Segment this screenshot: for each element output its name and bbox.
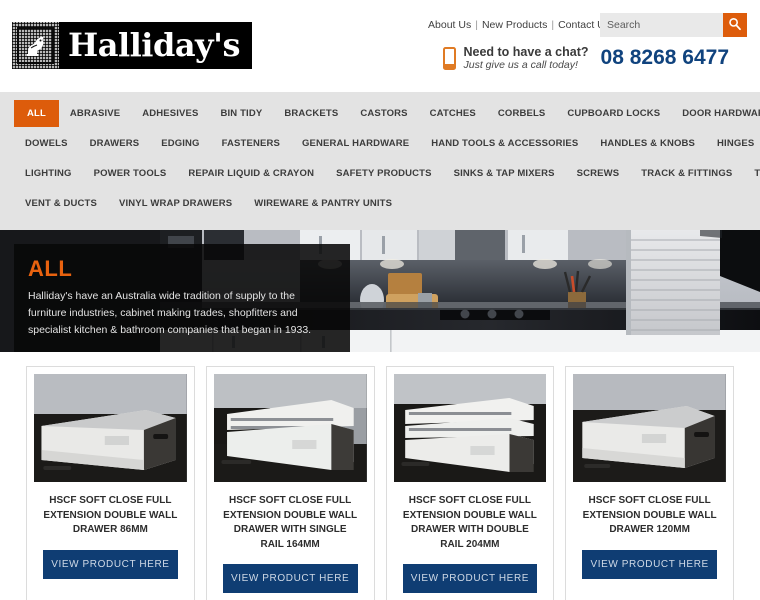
nav-item-cupboard-locks[interactable]: CUPBOARD LOCKS (556, 100, 671, 127)
nav-item-catches[interactable]: CATCHES (419, 100, 487, 127)
chat-headline: Need to have a chat? (463, 45, 589, 59)
nav-item-wireware-pantry-units[interactable]: WIREWARE & PANTRY UNITS (243, 190, 403, 217)
nav-item-drawers[interactable]: DRAWERS (79, 130, 151, 157)
view-product-button[interactable]: VIEW PRODUCT HERE (43, 549, 178, 579)
nav-item-brackets[interactable]: BRACKETS (273, 100, 349, 127)
product-image (213, 374, 367, 482)
product-title: HSCF SOFT CLOSE FULL EXTENSION DOUBLE WA… (223, 495, 358, 550)
knight-horse-emblem-icon (12, 22, 59, 69)
product-title: HSCF SOFT CLOSE FULL EXTENSION DOUBLE WA… (582, 495, 717, 535)
hero-banner: ALL Halliday's have an Australia wide tr… (0, 230, 760, 352)
product-grid: HSCF SOFT CLOSE FULL EXTENSION DOUBLE WA… (0, 352, 760, 600)
view-product-button[interactable]: VIEW PRODUCT HERE (582, 549, 717, 579)
product-card[interactable]: HSCF SOFT CLOSE FULL EXTENSION DOUBLE WA… (385, 366, 555, 600)
link-separator-2: | (551, 19, 555, 31)
nav-item-tubing-fittings[interactable]: TUBING & FITTINGS (743, 160, 760, 187)
nav-item-repair-liquid-crayon[interactable]: REPAIR LIQUID & CRAYON (177, 160, 325, 187)
nav-item-vinyl-wrap-drawers[interactable]: VINYL WRAP DRAWERS (108, 190, 243, 217)
product-image (34, 374, 187, 482)
product-image (573, 374, 726, 482)
hero-description: Halliday's have an Australia wide tradit… (28, 290, 312, 336)
nav-item-all[interactable]: ALL (14, 100, 59, 127)
search-icon (728, 17, 742, 34)
nav-item-handles-knobs[interactable]: HANDLES & KNOBS (589, 130, 706, 157)
nav-item-track-fittings[interactable]: TRACK & FITTINGS (630, 160, 743, 187)
nav-item-corbels[interactable]: CORBELS (487, 100, 557, 127)
nav-item-sinks-tap-mixers[interactable]: SINKS & TAP MIXERS (443, 160, 566, 187)
nav-item-abrasive[interactable]: ABRASIVE (59, 100, 131, 127)
view-product-button[interactable]: VIEW PRODUCT HERE (222, 564, 358, 593)
nav-item-bin-tidy[interactable]: BIN TIDY (209, 100, 273, 127)
top-link-new-products[interactable]: New Products (482, 19, 547, 31)
product-image (393, 374, 547, 482)
nav-row-2: DOWELS DRAWERS EDGING FASTENERS GENERAL … (14, 130, 754, 157)
site-header: Halliday's About Us | New Products | Contact… (0, 0, 760, 92)
call-us-block: Need to have a chat? Just give us a call… (443, 45, 729, 71)
nav-item-adhesives[interactable]: ADHESIVES (131, 100, 209, 127)
nav-item-safety-products[interactable]: SAFETY PRODUCTS (325, 160, 443, 187)
nav-item-lighting[interactable]: LIGHTING (14, 160, 83, 187)
top-link-about-us[interactable]: About Us (428, 19, 471, 31)
chat-subline: Just give us a call today! (463, 59, 578, 72)
nav-row-4: VENT & DUCTS VINYL WRAP DRAWERS WIREWARE… (14, 190, 746, 217)
link-separator-1: | (475, 19, 478, 31)
product-title: HSCF SOFT CLOSE FULL EXTENSION DOUBLE WA… (402, 495, 537, 550)
logo-wordmark: Halliday's (68, 26, 240, 64)
mobile-phone-icon (443, 46, 457, 70)
view-product-button[interactable]: VIEW PRODUCT HERE (402, 564, 538, 593)
nav-row-3: LIGHTING POWER TOOLS REPAIR LIQUID & CRA… (14, 160, 760, 187)
top-navigation-links: About Us | New Products | Contact Us (428, 19, 610, 31)
nav-item-dowels[interactable]: DOWELS (14, 130, 79, 157)
product-title: HSCF SOFT CLOSE FULL EXTENSION DOUBLE WA… (43, 495, 178, 535)
nav-item-screws[interactable]: SCREWS (566, 160, 631, 187)
nav-item-fasteners[interactable]: FASTENERS (211, 130, 291, 157)
nav-item-hand-tools-accessories[interactable]: HAND TOOLS & ACCESSORIES (420, 130, 589, 157)
product-card[interactable]: HSCF SOFT CLOSE FULL EXTENSION DOUBLE WA… (205, 366, 375, 600)
site-logo[interactable]: Halliday's (12, 22, 252, 69)
nav-item-castors[interactable]: CASTORS (349, 100, 418, 127)
nav-row-1: ALL ABRASIVE ADHESIVES BIN TIDY BRACKETS… (14, 100, 760, 127)
hero-title: ALL (28, 256, 73, 281)
nav-item-power-tools[interactable]: POWER TOOLS (83, 160, 178, 187)
nav-item-vent-ducts[interactable]: VENT & DUCTS (14, 190, 108, 217)
nav-item-edging[interactable]: EDGING (150, 130, 210, 157)
nav-item-general-hardware[interactable]: GENERAL HARDWARE (291, 130, 420, 157)
product-card[interactable]: HSCF SOFT CLOSE FULL EXTENSION DOUBLE WA… (565, 366, 734, 600)
nav-item-hinges[interactable]: HINGES (706, 130, 760, 157)
category-navigation: ALL ABRASIVE ADHESIVES BIN TIDY BRACKETS… (0, 92, 760, 230)
nav-item-door-hardware[interactable]: DOOR HARDWARE (671, 100, 760, 127)
product-card[interactable]: HSCF SOFT CLOSE FULL EXTENSION DOUBLE WA… (26, 366, 195, 600)
search-input[interactable] (600, 13, 723, 37)
phone-number[interactable]: 08 8268 6477 (601, 46, 729, 70)
hero-text-overlay: ALL Halliday's have an Australia wide tr… (14, 244, 350, 352)
search-button[interactable] (723, 13, 747, 37)
